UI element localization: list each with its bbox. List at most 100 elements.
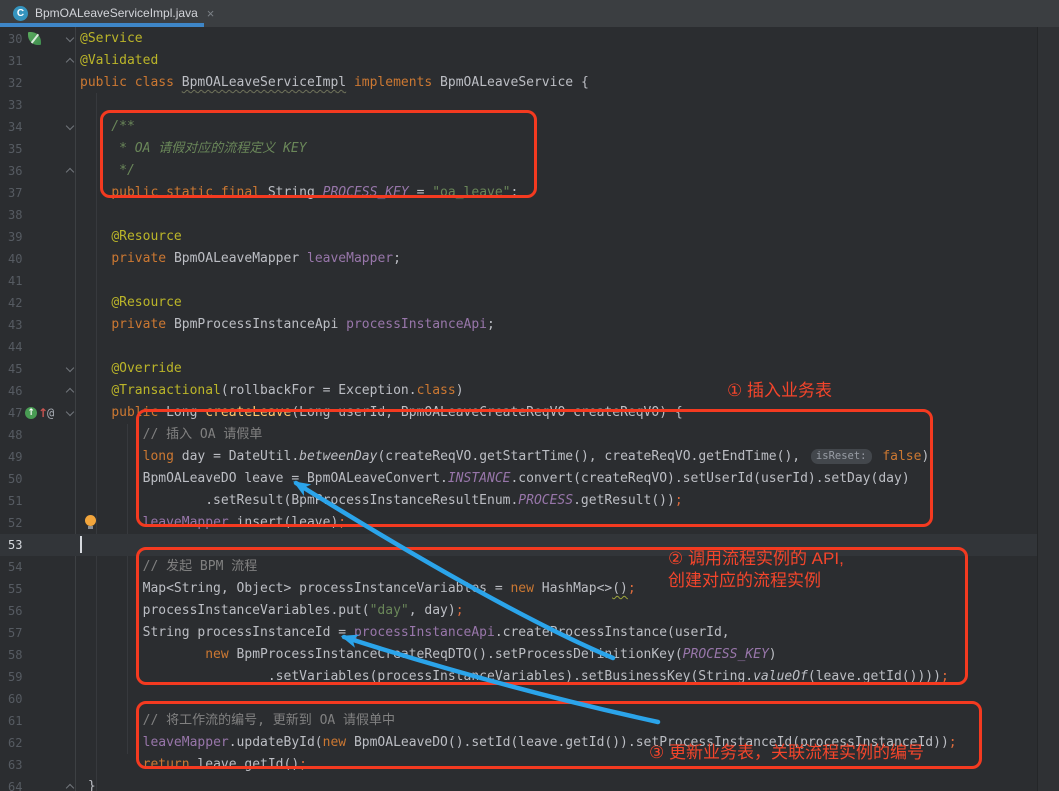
code-line[interactable]: 31 @Validated (0, 50, 1059, 72)
annotation-box-1 (100, 110, 537, 198)
fold-down-icon[interactable] (65, 34, 75, 44)
code-token: @Transactional (111, 383, 221, 398)
code-text: @Override (80, 358, 182, 380)
code-token (80, 515, 143, 530)
code-token: @Validated (80, 53, 158, 68)
code-line[interactable]: 45 @Override (0, 358, 1059, 380)
line-number[interactable]: 57 (8, 622, 22, 644)
annotation-label-2: ② 调用流程实例的 API, (668, 548, 844, 570)
code-line[interactable]: 64 } (0, 776, 1059, 791)
code-line[interactable]: 42 @Resource (0, 292, 1059, 314)
code-text: public class BpmOALeaveServiceImpl imple… (80, 72, 589, 94)
code-line[interactable]: 30 @Service (0, 28, 1059, 50)
code-line[interactable]: 43 private BpmProcessInstanceApi process… (0, 314, 1059, 336)
line-number[interactable]: 51 (8, 490, 22, 512)
line-number[interactable]: 61 (8, 710, 22, 732)
java-class-icon: C (13, 6, 28, 21)
line-number[interactable]: 46 (8, 380, 22, 402)
line-number[interactable]: 53 (8, 534, 22, 556)
line-number[interactable]: 33 (8, 94, 22, 116)
line-number[interactable]: 60 (8, 688, 22, 710)
line-number[interactable]: 39 (8, 226, 22, 248)
code-token: @Resource (111, 229, 181, 244)
line-number[interactable]: 37 (8, 182, 22, 204)
tab-close-icon[interactable]: × (207, 0, 215, 27)
code-line[interactable]: 32 public class BpmOALeaveServiceImpl imp… (0, 72, 1059, 94)
spring-bean-icon[interactable] (28, 32, 41, 45)
line-number[interactable]: 62 (8, 732, 22, 754)
line-number[interactable]: 44 (8, 336, 22, 358)
code-text: } (80, 776, 96, 791)
code-token: class (417, 383, 456, 398)
line-number[interactable]: 35 (8, 138, 22, 160)
overrides-method-icon[interactable]: ↑ (25, 407, 37, 419)
code-token (80, 295, 111, 310)
code-token (80, 229, 111, 244)
line-number[interactable]: 47 (8, 402, 22, 424)
code-token: ; (393, 251, 401, 266)
line-number[interactable]: 36 (8, 160, 22, 182)
line-number[interactable]: 52 (8, 512, 22, 534)
code-token (80, 383, 111, 398)
code-token (80, 449, 143, 464)
line-number[interactable]: 56 (8, 600, 22, 622)
code-text: @Resource (80, 226, 182, 248)
line-number[interactable]: 45 (8, 358, 22, 380)
code-token: ) (456, 383, 464, 398)
line-number[interactable]: 38 (8, 204, 22, 226)
fold-up-icon[interactable] (65, 782, 75, 791)
code-token: @Override (111, 361, 181, 376)
code-line[interactable]: 40 private BpmOALeaveMapper leaveMapper; (0, 248, 1059, 270)
code-line[interactable]: 38 (0, 204, 1059, 226)
line-number[interactable]: 31 (8, 50, 22, 72)
code-text: private BpmProcessInstanceApi processIns… (80, 314, 495, 336)
line-number[interactable]: 48 (8, 424, 22, 446)
code-token: } (80, 779, 96, 791)
ide-window: C BpmOALeaveServiceImpl.java × 30 @Servic… (0, 0, 1059, 791)
code-token (346, 75, 354, 90)
code-token (80, 317, 111, 332)
line-number[interactable]: 64 (8, 776, 22, 791)
code-line[interactable]: 46 @Transactional(rollbackFor = Exceptio… (0, 380, 1059, 402)
code-line[interactable]: 44 (0, 336, 1059, 358)
code-line[interactable]: 41 (0, 270, 1059, 292)
line-number[interactable]: 50 (8, 468, 22, 490)
code-token (80, 405, 111, 420)
line-number[interactable]: 40 (8, 248, 22, 270)
annotation-label-1: ① 插入业务表 (727, 380, 832, 402)
code-token (80, 735, 143, 750)
editor-tab-bar: C BpmOALeaveServiceImpl.java × (0, 0, 1059, 27)
line-number[interactable]: 49 (8, 446, 22, 468)
annotation-box-2 (136, 409, 933, 527)
line-number[interactable]: 41 (8, 270, 22, 292)
fold-up-icon[interactable] (65, 386, 75, 396)
fold-down-icon[interactable] (65, 408, 75, 418)
line-number[interactable]: 43 (8, 314, 22, 336)
line-number[interactable]: 54 (8, 556, 22, 578)
line-number[interactable]: 42 (8, 292, 22, 314)
annotation-label-4: ③ 更新业务表，关联流程实例的编号 (649, 742, 924, 764)
code-text: @Resource (80, 292, 182, 314)
code-token: private (111, 251, 174, 266)
code-token: @Resource (111, 295, 181, 310)
code-token: (rollbackFor = Exception. (221, 383, 417, 398)
fold-down-icon[interactable] (65, 122, 75, 132)
code-token: BpmOALeaveServiceImpl (182, 75, 346, 90)
code-text: private BpmOALeaveMapper leaveMapper; (80, 248, 401, 270)
line-number[interactable]: 59 (8, 666, 22, 688)
line-number[interactable]: 58 (8, 644, 22, 666)
line-number[interactable]: 34 (8, 116, 22, 138)
fold-up-icon[interactable] (65, 56, 75, 66)
code-token (80, 757, 143, 772)
code-token: private (111, 317, 174, 332)
line-number[interactable]: 30 (8, 28, 22, 50)
code-text: @Service (80, 28, 143, 50)
line-number[interactable]: 63 (8, 754, 22, 776)
line-number[interactable]: 55 (8, 578, 22, 600)
code-line[interactable]: 39 @Resource (0, 226, 1059, 248)
code-text: @Transactional(rollbackFor = Exception.c… (80, 380, 464, 402)
fold-up-icon[interactable] (65, 166, 75, 176)
fold-down-icon[interactable] (65, 364, 75, 374)
code-token (80, 361, 111, 376)
line-number[interactable]: 32 (8, 72, 22, 94)
